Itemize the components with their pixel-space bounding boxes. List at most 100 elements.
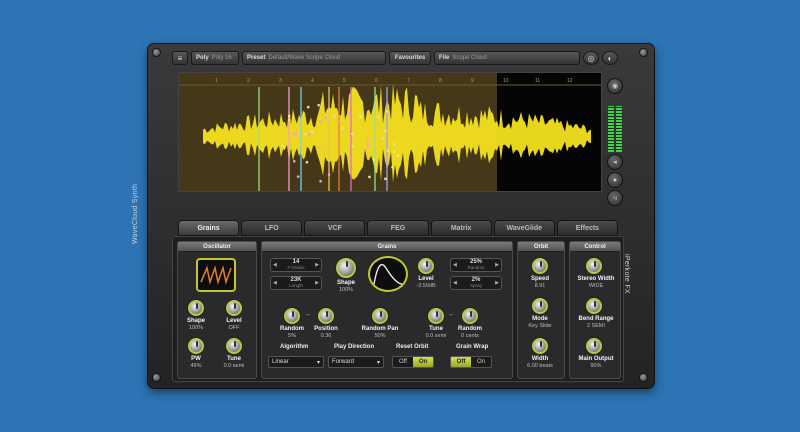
ruler-tick-label: 4	[311, 78, 314, 84]
grain-envelope-display[interactable]	[368, 256, 408, 292]
grain-wrap-switch[interactable]: Off On	[450, 356, 492, 368]
dot-icon: ●	[612, 176, 618, 184]
position-knob[interactable]	[318, 308, 334, 324]
grain-dot	[384, 177, 387, 181]
osc-tune-value: 0.0 semi	[223, 363, 245, 369]
settings-button[interactable]: ◎	[583, 51, 599, 65]
tune-random-knob[interactable]	[462, 308, 478, 324]
grain-spray-spinner[interactable]: ◀ 2% Spray ▶	[450, 276, 502, 290]
grain-dot	[292, 159, 296, 163]
reset-orbit-switch[interactable]: Off On	[392, 356, 434, 368]
tab-matrix[interactable]: Matrix	[430, 220, 492, 236]
ruler-tick-label: 8	[439, 78, 442, 84]
main-output-knob[interactable]	[586, 338, 602, 354]
grains-title: Grains	[262, 242, 512, 252]
grain-dot	[333, 114, 336, 117]
waveform-canvas[interactable]: 1 2 3 4 5 6 7 8 9 10 11 12	[179, 73, 602, 192]
tab-feg[interactable]: FEG	[367, 220, 429, 236]
grain-dot	[377, 115, 380, 119]
grain-dot	[366, 143, 370, 147]
random-pan-knob[interactable]	[372, 308, 388, 324]
grain-dot	[306, 105, 310, 109]
orbit-mode-knob[interactable]	[532, 298, 548, 314]
tab-waveglide[interactable]: WaveGlide	[493, 220, 555, 236]
grain-count-spinner[interactable]: ◀ 14 # Grains ▶	[270, 258, 322, 272]
position-value: 0.36	[320, 333, 332, 339]
main-output-label: Main Output	[578, 356, 614, 362]
tab-lfo[interactable]: LFO	[241, 220, 303, 236]
osc-level-knob[interactable]	[226, 300, 242, 316]
grain-dot	[294, 131, 298, 135]
grain-level-knob[interactable]	[418, 258, 434, 274]
grain-dot	[347, 112, 351, 115]
grain-dot	[304, 132, 308, 136]
sawtooth-wave-icon	[200, 265, 232, 285]
display-mode-button[interactable]: ◉	[607, 78, 623, 94]
random-pan-value: 50%	[374, 333, 386, 339]
zoom-out-button[interactable]: ◂	[607, 154, 623, 170]
grain-wrap-on[interactable]: On	[471, 357, 491, 367]
ruler-tick-label: 1	[215, 78, 218, 84]
waveform-display[interactable]: 1 2 3 4 5 6 7 8 9 10 11 12	[178, 72, 602, 192]
grain-dot	[364, 148, 368, 152]
record-button[interactable]: ●	[607, 172, 623, 188]
play-direction-dropdown[interactable]: Forward ▾	[328, 356, 384, 368]
settings-icon: ◎	[587, 53, 595, 63]
tab-effects[interactable]: Effects	[556, 220, 618, 236]
decrement-icon: ◀	[273, 280, 277, 286]
oscillator-waveform-display[interactable]	[196, 258, 236, 292]
control-section: Control Stereo Width WIDE Bend Range 2 S…	[569, 241, 621, 379]
osc-shape-knob[interactable]	[188, 300, 204, 316]
orbit-width-knob[interactable]	[532, 338, 548, 354]
ruler-tick-label: 12	[567, 78, 573, 84]
grain-shape-knob[interactable]	[336, 258, 356, 278]
grain-dot	[351, 144, 355, 148]
poly-selector[interactable]: Poly Poly 16	[191, 51, 239, 65]
poly-value: Poly 16	[211, 55, 232, 61]
favourites-button[interactable]: Favourites	[389, 51, 431, 65]
reset-orbit-off[interactable]: Off	[393, 357, 413, 367]
reset-orbit-on[interactable]: On	[413, 357, 433, 367]
bend-range-value: 2 SEMI	[586, 323, 606, 329]
reset-orbit-label: Reset Orbit	[396, 344, 429, 350]
grain-length-spinner[interactable]: ◀ 23K Length ▶	[270, 276, 322, 290]
power-button[interactable]: ◐	[602, 51, 618, 65]
position-random-knob[interactable]	[284, 308, 300, 324]
target-icon: ◉	[611, 83, 619, 90]
tab-grains[interactable]: Grains	[178, 220, 240, 236]
grain-dot	[317, 146, 321, 149]
grain-dot	[310, 129, 314, 133]
menu-button[interactable]: ≡	[172, 51, 188, 65]
back-button[interactable]: ◃	[607, 190, 623, 206]
grains-section: Grains ◀ 14 # Grains ▶ ◀ 23K Length ▶ Shap…	[261, 241, 513, 379]
stereo-width-label: Stereo Width	[577, 276, 615, 282]
grain-random-spinner[interactable]: ◀ 25% Random ▶	[450, 258, 502, 272]
grain-dot	[381, 136, 384, 140]
grain-wrap-label: Grain Wrap	[456, 344, 489, 350]
ruler-tick-label: 2	[247, 78, 250, 84]
tune-random-value: 0 cents	[461, 333, 479, 339]
tab-vcf[interactable]: VCF	[304, 220, 366, 236]
grain-tune-knob[interactable]	[428, 308, 444, 324]
osc-level-label: Level	[226, 318, 242, 324]
grain-dot	[281, 144, 284, 148]
bend-range-knob[interactable]	[586, 298, 602, 314]
osc-pw-knob[interactable]	[188, 338, 204, 354]
file-selector[interactable]: File Scope Cloud	[434, 51, 580, 65]
ruler-tick-label: 11	[535, 78, 540, 84]
meter-right	[616, 106, 622, 152]
grain-wrap-off[interactable]: Off	[451, 357, 471, 367]
algorithm-dropdown[interactable]: Linear ▾	[268, 356, 324, 368]
stereo-width-knob[interactable]	[586, 258, 602, 274]
orbit-width-value: 6.00 beats	[527, 363, 553, 369]
arrow-left-icon: ←	[448, 311, 455, 318]
orbit-title: Orbit	[518, 242, 564, 252]
osc-tune-knob[interactable]	[226, 338, 242, 354]
orbit-speed-knob[interactable]	[532, 258, 548, 274]
algorithm-value: Linear	[272, 359, 289, 365]
preset-selector[interactable]: Preset Default/Wave Scope Cloud	[242, 51, 386, 65]
grain-dot	[350, 132, 354, 136]
increment-icon: ▶	[315, 262, 319, 268]
grain-dot	[393, 150, 396, 154]
grain-dot	[366, 138, 370, 141]
